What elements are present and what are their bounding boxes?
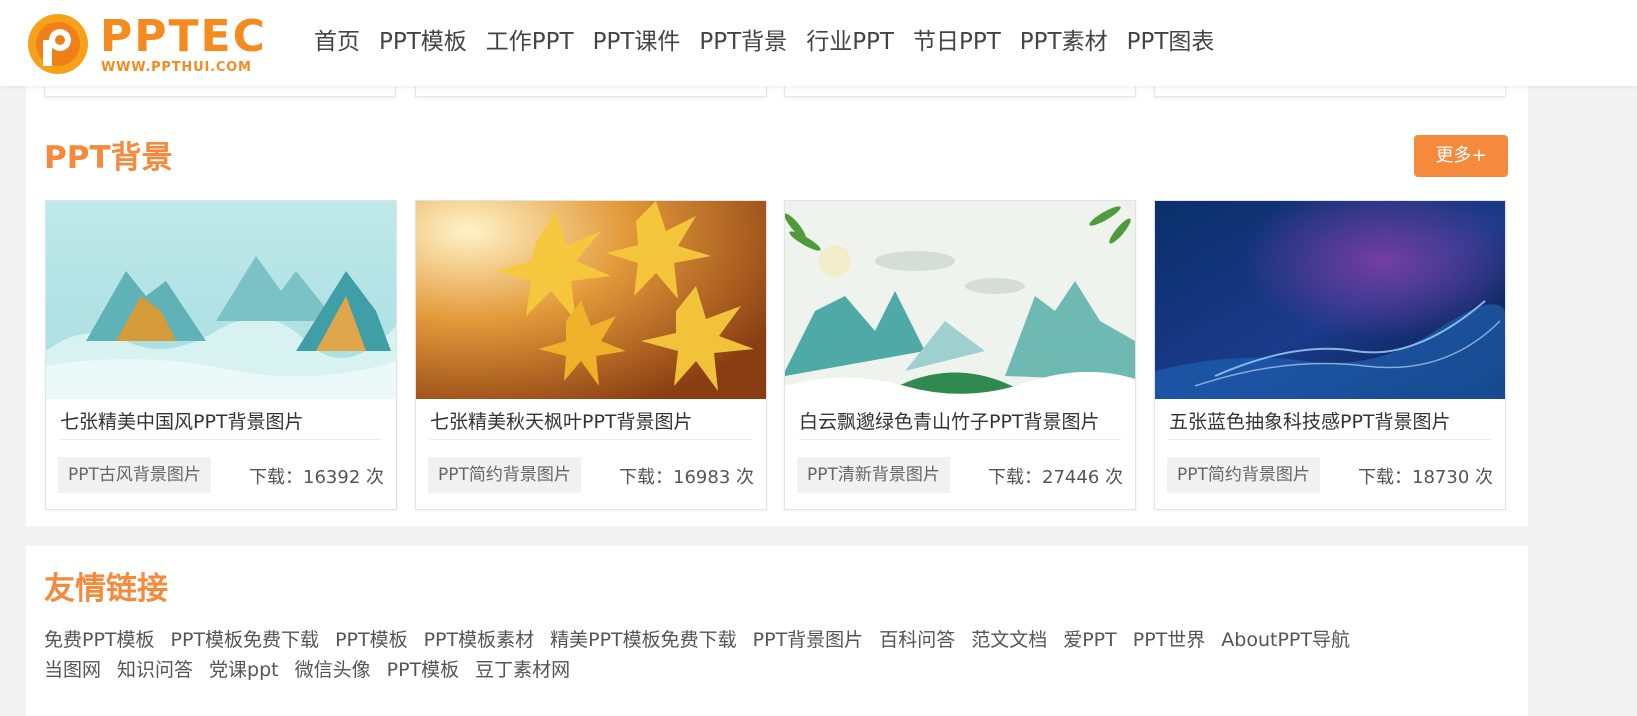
friend-link[interactable]: 免费PPT模板 [44, 625, 155, 655]
card-divider [799, 439, 1121, 440]
nav-item-holiday-ppt[interactable]: 节日PPT [913, 22, 1001, 62]
friend-link[interactable]: 豆丁素材网 [475, 655, 570, 685]
card-download-count: 下载：16983 次 [619, 467, 754, 488]
main-nav: 首页 PPT模板 工作PPT PPT课件 PPT背景 行业PPT 节日PPT P… [314, 22, 1233, 62]
card-tag[interactable]: PPT清新背景图片 [797, 457, 950, 493]
nav-item-industry-ppt[interactable]: 行业PPT [806, 22, 894, 62]
nav-item-ppt-backgrounds[interactable]: PPT背景 [699, 22, 787, 62]
friend-links-title: 友情链接 [44, 571, 168, 607]
card-download-count: 下载：27446 次 [988, 467, 1123, 488]
card-tag[interactable]: PPT古风背景图片 [58, 457, 211, 493]
nav-item-work-ppt[interactable]: 工作PPT [486, 22, 574, 62]
logo-text: PPTEC [100, 11, 267, 62]
logo-url: WWW.PPTHUI.COM [101, 60, 252, 75]
card-thumbnail-green-mountains-bamboo[interactable] [785, 201, 1135, 399]
site-header: PPTEC WWW.PPTHUI.COM 首页 PPT模板 工作PPT PPT课… [0, 0, 1637, 86]
friend-link[interactable]: 微信头像 [295, 655, 371, 685]
card-divider [430, 439, 752, 440]
friend-link[interactable]: 范文文档 [971, 625, 1047, 655]
section-title: PPT背景 [44, 140, 173, 176]
friend-link[interactable]: 爱PPT [1063, 625, 1117, 655]
background-card[interactable]: 五张蓝色抽象科技感PPT背景图片 PPT简约背景图片 下载：18730 次 [1154, 200, 1506, 510]
nav-item-home[interactable]: 首页 [314, 22, 360, 62]
previous-card-bottom [784, 86, 1136, 97]
card-thumbnail-chinese-landscape[interactable] [46, 201, 396, 399]
friend-link[interactable]: 知识问答 [117, 655, 193, 685]
background-card[interactable]: 七张精美秋天枫叶PPT背景图片 PPT简约背景图片 下载：16983 次 [415, 200, 767, 510]
friend-link[interactable]: PPT世界 [1133, 625, 1206, 655]
friend-link[interactable]: PPT模板素材 [424, 625, 535, 655]
site-logo[interactable]: PPTEC WWW.PPTHUI.COM [26, 12, 266, 78]
friend-link[interactable]: 百科问答 [879, 625, 955, 655]
friend-links-list: 免费PPT模板 PPT模板免费下载 PPT模板 PPT模板素材 精美PPT模板免费下载 P… [44, 625, 1504, 685]
card-divider [1169, 439, 1491, 440]
friend-link[interactable]: PPT模板免费下载 [171, 625, 320, 655]
friend-link[interactable]: PPT模板 [335, 625, 408, 655]
friend-link[interactable]: 当图网 [44, 655, 101, 685]
card-title[interactable]: 白云飘邈绿色青山竹子PPT背景图片 [799, 407, 1121, 437]
nav-item-ppt-materials[interactable]: PPT素材 [1020, 22, 1108, 62]
background-card[interactable]: 白云飘邈绿色青山竹子PPT背景图片 PPT清新背景图片 下载：27446 次 [784, 200, 1136, 510]
card-divider [60, 439, 382, 440]
card-tag[interactable]: PPT简约背景图片 [428, 457, 581, 493]
background-card[interactable]: 七张精美中国风PPT背景图片 PPT古风背景图片 下载：16392 次 [45, 200, 397, 510]
friend-link[interactable]: PPT背景图片 [753, 625, 864, 655]
nav-item-ppt-charts[interactable]: PPT图表 [1127, 22, 1215, 62]
logo-mark-icon [28, 14, 88, 74]
card-download-count: 下载：18730 次 [1358, 467, 1493, 488]
card-tag[interactable]: PPT简约背景图片 [1167, 457, 1320, 493]
friend-link[interactable]: PPT模板 [387, 655, 460, 685]
previous-card-bottom [1154, 86, 1506, 97]
nav-item-ppt-templates[interactable]: PPT模板 [379, 22, 467, 62]
card-thumbnail-blue-abstract-tech[interactable] [1155, 201, 1505, 399]
card-title[interactable]: 七张精美中国风PPT背景图片 [60, 407, 382, 437]
card-title[interactable]: 七张精美秋天枫叶PPT背景图片 [430, 407, 752, 437]
card-download-count: 下载：16392 次 [249, 467, 384, 488]
more-button[interactable]: 更多+ [1414, 135, 1508, 177]
nav-item-ppt-courseware[interactable]: PPT课件 [593, 22, 681, 62]
previous-card-bottom [44, 86, 396, 97]
friend-link[interactable]: AboutPPT导航 [1221, 625, 1350, 655]
card-thumbnail-autumn-maple-leaves[interactable] [416, 201, 766, 399]
previous-card-bottom [415, 86, 767, 97]
card-title[interactable]: 五张蓝色抽象科技感PPT背景图片 [1169, 407, 1491, 437]
friend-link[interactable]: 精美PPT模板免费下载 [550, 625, 737, 655]
friend-link[interactable]: 党课ppt [209, 655, 279, 685]
